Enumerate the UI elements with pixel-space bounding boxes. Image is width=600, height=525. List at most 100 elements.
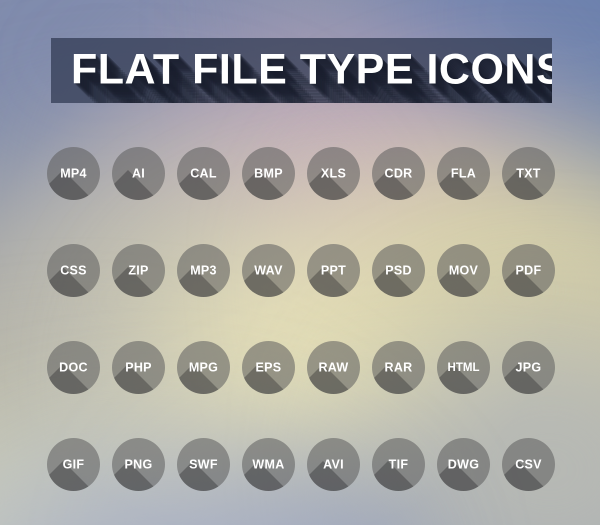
icon-label: JPG xyxy=(515,360,542,375)
file-type-psd-icon[interactable]: PSD xyxy=(372,244,425,297)
file-type-dwg-icon[interactable]: DWG xyxy=(437,438,490,491)
icon-cell: ZIP xyxy=(112,244,177,297)
file-type-gif-icon[interactable]: GIF xyxy=(47,438,100,491)
file-type-ai-icon[interactable]: AI xyxy=(112,147,165,200)
icon-label: XLS xyxy=(320,166,347,181)
icon-cell: CSS xyxy=(47,244,112,297)
icon-label: FLA xyxy=(450,166,477,181)
icon-cell: PDF xyxy=(502,244,567,297)
icon-label: PHP xyxy=(125,360,152,375)
file-type-fla-icon[interactable]: FLA xyxy=(437,147,490,200)
icon-cell: MPG xyxy=(177,341,242,394)
icon-label: TXT xyxy=(516,166,541,181)
icon-label: EPS xyxy=(255,360,282,375)
title-banner: FLAT FILE TYPE ICONS xyxy=(51,38,552,103)
icon-label: AI xyxy=(131,166,146,181)
icon-label: TIF xyxy=(388,457,409,472)
file-type-mov-icon[interactable]: MOV xyxy=(437,244,490,297)
icon-cell: TXT xyxy=(502,147,567,200)
file-type-avi-icon[interactable]: AVI xyxy=(307,438,360,491)
icon-row: DOC PHP MPG EPS RAW RAR HTML JPG xyxy=(47,341,555,438)
icon-cell: PHP xyxy=(112,341,177,394)
icon-cell: AVI xyxy=(307,438,372,491)
icon-cell: EPS xyxy=(242,341,307,394)
icon-label: SWF xyxy=(189,457,218,472)
icon-label: WAV xyxy=(254,263,283,278)
file-type-png-icon[interactable]: PNG xyxy=(112,438,165,491)
icon-cell: MP4 xyxy=(47,147,112,200)
icon-cell: WAV xyxy=(242,244,307,297)
icon-label: CSV xyxy=(515,457,542,472)
icon-label: PNG xyxy=(124,457,153,472)
icon-label: DWG xyxy=(447,457,480,472)
icon-label: CSS xyxy=(60,263,87,278)
file-type-wma-icon[interactable]: WMA xyxy=(242,438,295,491)
file-type-mp3-icon[interactable]: MP3 xyxy=(177,244,230,297)
icon-label: RAR xyxy=(384,360,413,375)
file-type-rar-icon[interactable]: RAR xyxy=(372,341,425,394)
file-type-wav-icon[interactable]: WAV xyxy=(242,244,295,297)
icon-row: MP4 AI CAL BMP XLS CDR FLA TXT xyxy=(47,147,555,244)
icon-label: BMP xyxy=(254,166,283,181)
icon-label: WMA xyxy=(252,457,285,472)
icon-label: GIF xyxy=(62,457,85,472)
icon-cell: HTML xyxy=(437,341,502,394)
icon-cell: CAL xyxy=(177,147,242,200)
file-type-xls-icon[interactable]: XLS xyxy=(307,147,360,200)
page-title: FLAT FILE TYPE ICONS xyxy=(71,45,552,94)
icon-cell: CSV xyxy=(502,438,567,491)
file-type-cdr-icon[interactable]: CDR xyxy=(372,147,425,200)
icon-cell: JPG xyxy=(502,341,567,394)
icon-cell: RAW xyxy=(307,341,372,394)
file-type-swf-icon[interactable]: SWF xyxy=(177,438,230,491)
icon-label: PPT xyxy=(320,263,347,278)
icon-cell: FLA xyxy=(437,147,502,200)
icon-label: HTML xyxy=(447,361,480,374)
file-type-raw-icon[interactable]: RAW xyxy=(307,341,360,394)
icon-cell: MOV xyxy=(437,244,502,297)
icon-label: MP4 xyxy=(60,166,87,181)
file-type-doc-icon[interactable]: DOC xyxy=(47,341,100,394)
icon-label: CDR xyxy=(384,166,413,181)
icon-cell: XLS xyxy=(307,147,372,200)
file-type-txt-icon[interactable]: TXT xyxy=(502,147,555,200)
file-type-cal-icon[interactable]: CAL xyxy=(177,147,230,200)
icon-cell: DWG xyxy=(437,438,502,491)
file-type-css-icon[interactable]: CSS xyxy=(47,244,100,297)
file-type-icon-grid: MP4 AI CAL BMP XLS CDR FLA TXT CSS ZIP MP3 WAV PPT PS… xyxy=(47,147,555,525)
icon-row: CSS ZIP MP3 WAV PPT PSD MOV PDF xyxy=(47,244,555,341)
file-type-pdf-icon[interactable]: PDF xyxy=(502,244,555,297)
file-type-bmp-icon[interactable]: BMP xyxy=(242,147,295,200)
file-type-html-icon[interactable]: HTML xyxy=(437,341,490,394)
icon-cell: RAR xyxy=(372,341,437,394)
file-type-zip-icon[interactable]: ZIP xyxy=(112,244,165,297)
icon-cell: PPT xyxy=(307,244,372,297)
icon-cell: SWF xyxy=(177,438,242,491)
file-type-eps-icon[interactable]: EPS xyxy=(242,341,295,394)
icon-cell: GIF xyxy=(47,438,112,491)
file-type-mp4-icon[interactable]: MP4 xyxy=(47,147,100,200)
file-type-csv-icon[interactable]: CSV xyxy=(502,438,555,491)
icon-label: AVI xyxy=(323,457,344,472)
icon-label: PDF xyxy=(515,263,542,278)
icon-cell: PNG xyxy=(112,438,177,491)
icon-label: MOV xyxy=(448,263,479,278)
icon-cell: AI xyxy=(112,147,177,200)
icon-label: RAW xyxy=(318,360,349,375)
icon-cell: MP3 xyxy=(177,244,242,297)
icon-cell: CDR xyxy=(372,147,437,200)
file-type-php-icon[interactable]: PHP xyxy=(112,341,165,394)
flat-file-type-icons-poster: FLAT FILE TYPE ICONS MP4 AI CAL BMP XLS CDR FL… xyxy=(0,0,600,525)
icon-label: PSD xyxy=(385,263,412,278)
icon-label: CAL xyxy=(190,166,217,181)
icon-cell: WMA xyxy=(242,438,307,491)
icon-cell: PSD xyxy=(372,244,437,297)
icon-label: DOC xyxy=(59,360,88,375)
file-type-mpg-icon[interactable]: MPG xyxy=(177,341,230,394)
file-type-ppt-icon[interactable]: PPT xyxy=(307,244,360,297)
file-type-tif-icon[interactable]: TIF xyxy=(372,438,425,491)
file-type-jpg-icon[interactable]: JPG xyxy=(502,341,555,394)
icon-label: MP3 xyxy=(190,263,217,278)
icon-cell: DOC xyxy=(47,341,112,394)
icon-label: MPG xyxy=(188,360,219,375)
